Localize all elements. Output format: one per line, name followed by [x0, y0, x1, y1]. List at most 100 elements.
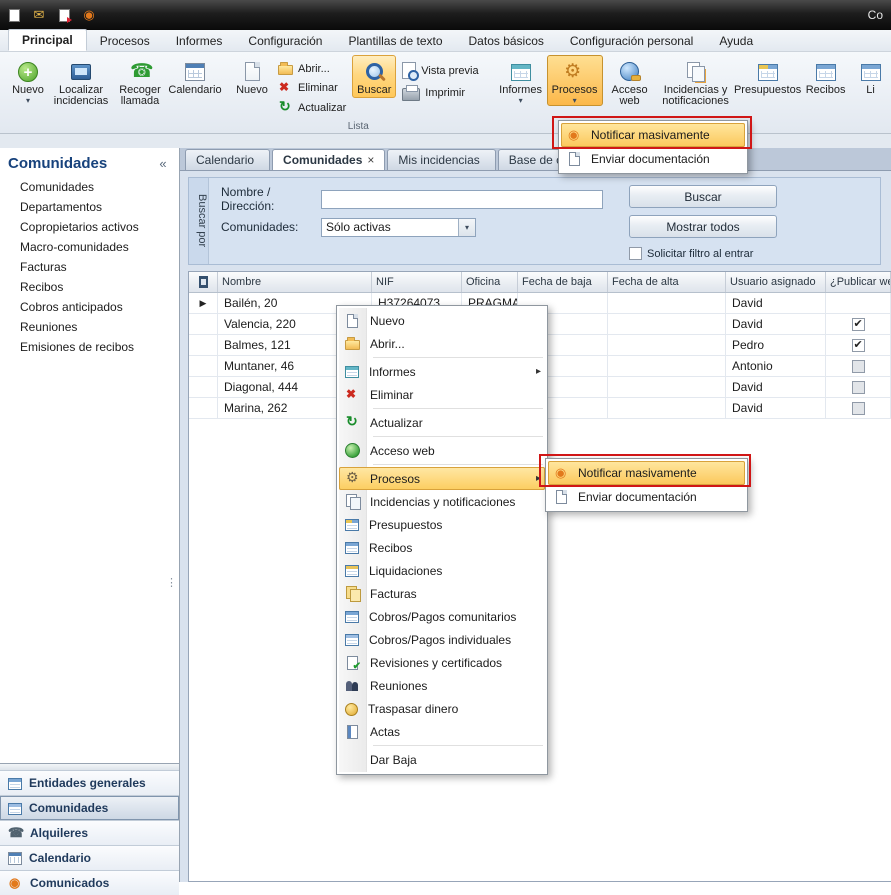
context-menu-item[interactable]: Liquidaciones	[339, 559, 545, 582]
publicar-web-checkbox[interactable]	[852, 318, 865, 331]
context-menu-item[interactable]: Procesos ▸	[339, 467, 545, 490]
column-header-fecha-alta[interactable]: Fecha de alta	[608, 272, 726, 292]
context-menu-item[interactable]: Actualizar	[339, 411, 545, 434]
splitter-grip-icon[interactable]: ⋮	[166, 576, 177, 589]
context-menu-item[interactable]: Acceso web	[339, 439, 545, 462]
context-menu-item[interactable]: Facturas	[339, 582, 545, 605]
nav-item[interactable]: Comunidades	[0, 795, 179, 820]
combo-arrow-icon[interactable]: ▾	[458, 219, 475, 236]
column-header-usuario[interactable]: Usuario asignado	[726, 272, 826, 292]
nav-item[interactable]: Alquileres	[0, 820, 179, 845]
communities-select[interactable]: Sólo activas ▾	[321, 218, 476, 237]
column-header-nombre[interactable]: Nombre	[218, 272, 372, 292]
context-menu-item[interactable]: Eliminar	[339, 383, 545, 406]
context-menu-item[interactable]: Dar Baja	[339, 748, 545, 771]
liquidaciones-button-cut[interactable]: Li	[851, 55, 891, 98]
actualizar-button[interactable]: Actualizar	[275, 99, 349, 116]
sidebar-item[interactable]: Reuniones	[0, 317, 179, 337]
ribbon-tab[interactable]: Plantillas de texto	[335, 31, 455, 51]
nav-item[interactable]: Comunicados	[0, 870, 179, 895]
submenu-item[interactable]: Notificar masivamente	[548, 461, 745, 485]
sidebar-item[interactable]: Facturas	[0, 257, 179, 277]
column-header-fecha-baja[interactable]: Fecha de baja	[518, 272, 608, 292]
context-menu-item[interactable]: Informes ▸	[339, 360, 545, 383]
submenu-item[interactable]: Enviar documentación	[548, 485, 745, 509]
ribbon-tab[interactable]: Procesos	[87, 31, 163, 51]
column-header-oficina[interactable]: Oficina	[462, 272, 518, 292]
dropdown-item[interactable]: Notificar masivamente	[561, 123, 745, 147]
lista-nuevo-button[interactable]: Nuevo	[232, 55, 272, 98]
context-menu-item[interactable]: Presupuestos	[339, 513, 545, 536]
presupuestos-button[interactable]: Presupuestos	[735, 55, 801, 98]
ribbon-tab[interactable]: Configuración personal	[557, 31, 706, 51]
ribbon-tab[interactable]: Configuración	[235, 31, 335, 51]
calendario-button[interactable]: Calendario	[168, 55, 222, 98]
menu-item-label: Notificar masivamente	[578, 466, 697, 480]
publicar-web-checkbox[interactable]	[852, 360, 865, 373]
new-document-icon[interactable]	[6, 7, 22, 23]
column-header-nif[interactable]: NIF	[372, 272, 462, 292]
eliminar-button[interactable]: Eliminar	[275, 79, 349, 96]
informes-button[interactable]: Informes ▾	[495, 55, 547, 106]
filter-checkbox[interactable]	[629, 247, 642, 260]
context-menu-item[interactable]: Nuevo	[339, 309, 545, 332]
document-tab[interactable]: Calendario	[185, 149, 270, 170]
document-tab[interactable]: Mis incidencias	[387, 149, 495, 170]
context-menu-item[interactable]: Revisiones y certificados	[339, 651, 545, 674]
sidebar-item[interactable]: Recibos	[0, 277, 179, 297]
nav-grip[interactable]	[0, 763, 179, 770]
sidebar-item[interactable]: Emisiones de recibos	[0, 337, 179, 357]
dropdown-arrow-icon: ▾	[573, 97, 577, 104]
sidebar-item[interactable]: Cobros anticipados	[0, 297, 179, 317]
nav-item[interactable]: Entidades generales	[0, 770, 179, 795]
sidebar-item[interactable]: Departamentos	[0, 197, 179, 217]
mostrar-todos-button[interactable]: Mostrar todos	[629, 215, 777, 238]
incidencias-notificaciones-button[interactable]: Incidencias y notificaciones	[657, 55, 735, 109]
sidebar-item[interactable]: Macro-comunidades	[0, 237, 179, 257]
dropdown-item[interactable]: Enviar documentación	[561, 147, 745, 171]
sidebar-item[interactable]: Copropietarios activos	[0, 217, 179, 237]
buscar-panel-button[interactable]: Buscar	[629, 185, 777, 208]
recibos-button[interactable]: Recibos	[801, 55, 851, 98]
context-menu-item[interactable]: Reuniones	[339, 674, 545, 697]
ribbon-tab[interactable]: Ayuda	[706, 31, 766, 51]
context-menu-item[interactable]: Recibos	[339, 536, 545, 559]
menu-item-label: Enviar documentación	[578, 490, 697, 504]
column-header-publicar-web[interactable]: ¿Publicar web	[826, 272, 891, 292]
close-tab-icon[interactable]: ×	[367, 153, 374, 167]
sidebar-item[interactable]: Comunidades	[0, 177, 179, 197]
menu-item-label: Enviar documentación	[591, 152, 710, 166]
mail-icon[interactable]: ✉	[31, 7, 47, 23]
publicar-web-checkbox[interactable]	[852, 402, 865, 415]
imprimir-button[interactable]: Imprimir	[399, 83, 481, 102]
context-menu-item[interactable]: Incidencias y notificaciones	[339, 490, 545, 513]
context-menu-item[interactable]: Cobros/Pagos individuales	[339, 628, 545, 651]
localizar-incidencias-button[interactable]: Localizar incidencias	[50, 55, 112, 109]
send-page-icon[interactable]	[56, 7, 72, 23]
context-menu-item[interactable]: Abrir...	[339, 332, 545, 355]
collapse-sidebar-button[interactable]: «	[155, 156, 171, 171]
publicar-web-checkbox[interactable]	[852, 339, 865, 352]
sidebar-nav: Entidades generales Comunidades Alquiler…	[0, 763, 179, 895]
procesos-button[interactable]: Procesos ▾	[547, 55, 603, 106]
nuevo-button[interactable]: Nuevo ▾	[6, 55, 50, 106]
recoger-llamada-button[interactable]: Recoger llamada	[112, 55, 168, 109]
document-tab[interactable]: Comunidades ×	[272, 149, 385, 170]
column-header-icon-cell[interactable]	[189, 272, 218, 292]
publicar-web-checkbox[interactable]	[852, 381, 865, 394]
acceso-web-button[interactable]: Acceso web	[603, 55, 657, 109]
context-menu-item[interactable]: Actas	[339, 720, 545, 743]
context-menu-item[interactable]: Cobros/Pagos comunitarios	[339, 605, 545, 628]
ribbon-tab[interactable]: Principal	[8, 29, 87, 51]
menu-item-icon	[347, 656, 358, 670]
buscar-button[interactable]: Buscar	[352, 55, 396, 98]
context-menu-item[interactable]: Traspasar dinero	[339, 697, 545, 720]
ribbon-tab[interactable]: Datos básicos	[456, 31, 557, 51]
nav-item[interactable]: Calendario	[0, 845, 179, 870]
name-address-input[interactable]	[321, 190, 603, 209]
vista-previa-button[interactable]: Vista previa	[399, 61, 481, 80]
ribbon-tab[interactable]: Informes	[163, 31, 236, 51]
abrir-button[interactable]: Abrir...	[275, 61, 349, 76]
broadcast-icon[interactable]: ◉	[81, 7, 97, 23]
cell-fecha-alta	[608, 335, 726, 355]
